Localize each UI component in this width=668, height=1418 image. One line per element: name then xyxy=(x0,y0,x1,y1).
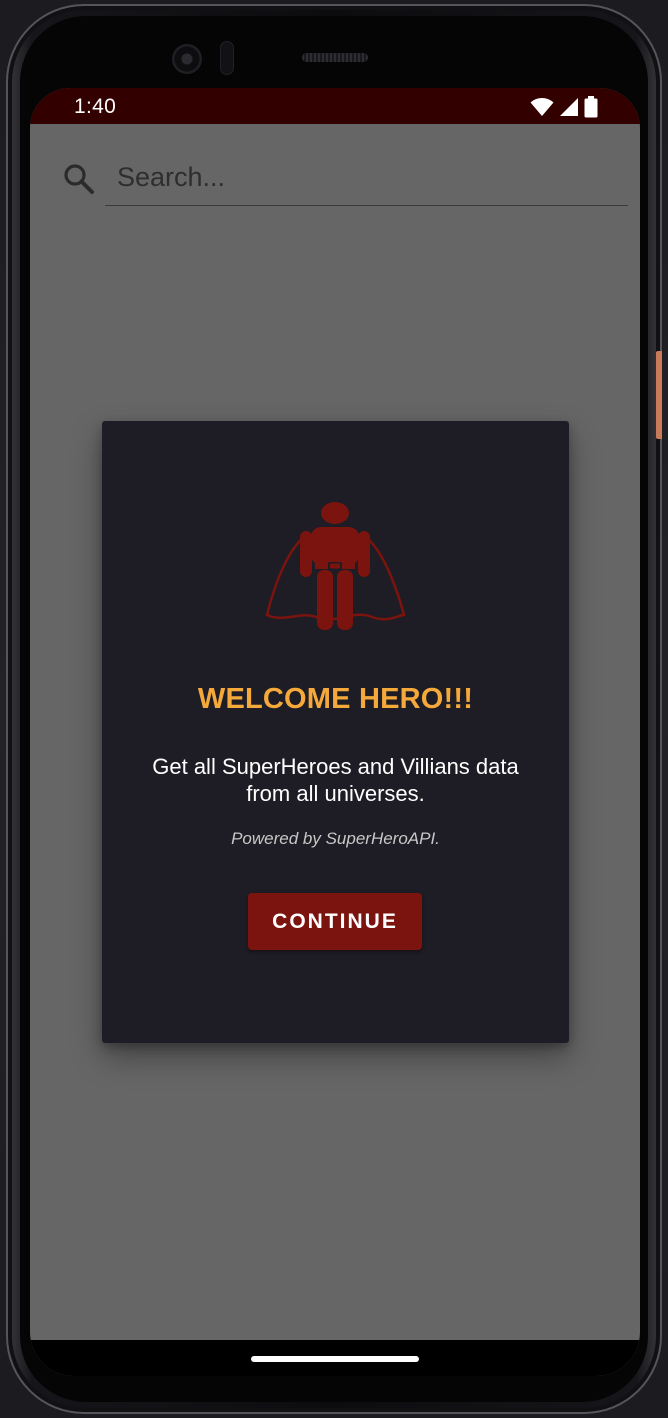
status-icons xyxy=(530,96,598,118)
home-indicator[interactable] xyxy=(251,1356,419,1362)
dialog-message: Get all SuperHeroes and Villians data fr… xyxy=(152,754,519,806)
battery-icon xyxy=(584,96,598,118)
status-bar: 1:40 xyxy=(30,88,640,124)
app-screen: 1:40 Search... WELCOME HERO!!! Get all S… xyxy=(30,88,640,1376)
superhero-icon xyxy=(265,502,406,630)
cell-signal-icon xyxy=(560,98,578,116)
search-bar xyxy=(30,124,640,224)
earpiece-speaker xyxy=(302,53,368,62)
search-icon[interactable] xyxy=(62,162,96,196)
continue-button[interactable]: CONTINUE xyxy=(248,893,422,950)
welcome-dialog: WELCOME HERO!!! Get all SuperHeroes and … xyxy=(102,421,569,1043)
front-camera xyxy=(172,44,202,74)
device-frame: 1:40 Search... WELCOME HERO!!! Get all S… xyxy=(0,0,668,1418)
wifi-icon xyxy=(530,98,554,116)
proximity-sensor xyxy=(220,41,234,75)
search-input[interactable] xyxy=(105,150,628,206)
side-button xyxy=(656,351,662,439)
navigation-bar xyxy=(30,1340,640,1376)
dialog-credit: Powered by SuperHeroAPI. xyxy=(231,829,440,848)
status-time: 1:40 xyxy=(74,95,117,118)
dialog-title: WELCOME HERO!!! xyxy=(197,683,474,715)
